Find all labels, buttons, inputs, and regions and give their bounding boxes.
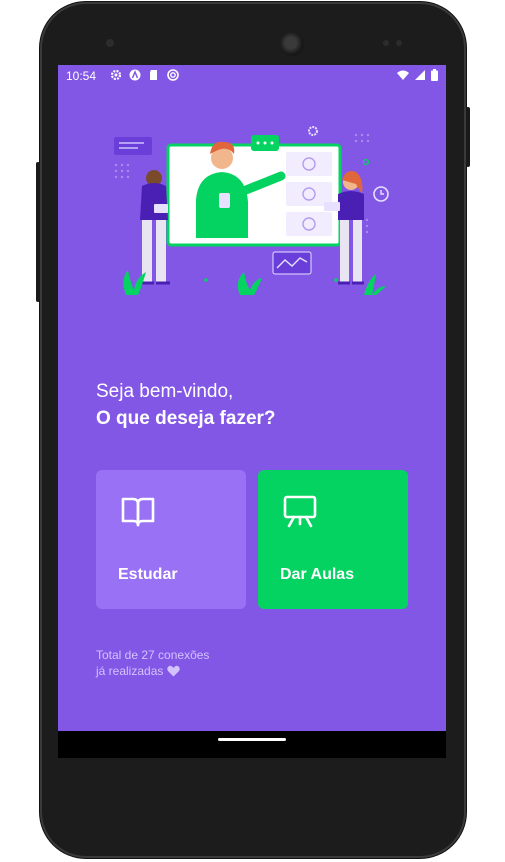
wifi-icon (397, 70, 409, 80)
landing-illustration (114, 126, 389, 295)
sensor-dot (383, 40, 389, 46)
status-time: 10:54 (66, 69, 97, 83)
connections-line-1: Total de 27 conexões (96, 648, 210, 662)
status-icons-right (397, 69, 438, 81)
greeting-line-1: Seja bem-vindo, (96, 381, 234, 402)
a-logo-icon (129, 69, 141, 81)
teach-button[interactable]: Dar Aulas (258, 470, 408, 609)
front-camera (280, 32, 304, 56)
connections-line-2: já realizadas (96, 664, 164, 678)
home-indicator[interactable] (218, 738, 286, 741)
status-bar: 10:54 (58, 65, 446, 87)
presentation-icon (283, 495, 317, 528)
power-button (36, 162, 40, 302)
sensor-dot (106, 39, 114, 47)
signal-icon (415, 70, 425, 80)
sd-card-icon (150, 70, 157, 80)
heart-icon (167, 665, 181, 677)
volume-button (466, 107, 470, 167)
screen: 10:54 Seja bem-vindo, O que deseja fazer… (58, 65, 446, 758)
greeting: Seja bem-vindo, O que deseja fazer? (96, 378, 276, 432)
sync-icon (167, 69, 179, 81)
connections-total: Total de 27 conexões já realizadas (96, 647, 209, 679)
sensor-dot (396, 40, 402, 46)
study-button[interactable]: Estudar (96, 470, 246, 609)
battery-icon (431, 69, 438, 81)
book-icon (121, 497, 155, 527)
landing-page: 10:54 Seja bem-vindo, O que deseja fazer… (58, 65, 446, 731)
gear-icon (110, 69, 122, 81)
greeting-line-2: O que deseja fazer? (96, 408, 276, 429)
teach-button-label: Dar Aulas (280, 566, 355, 583)
study-button-label: Estudar (118, 566, 178, 583)
status-icons-left (110, 69, 179, 81)
navigation-bar (58, 731, 446, 758)
